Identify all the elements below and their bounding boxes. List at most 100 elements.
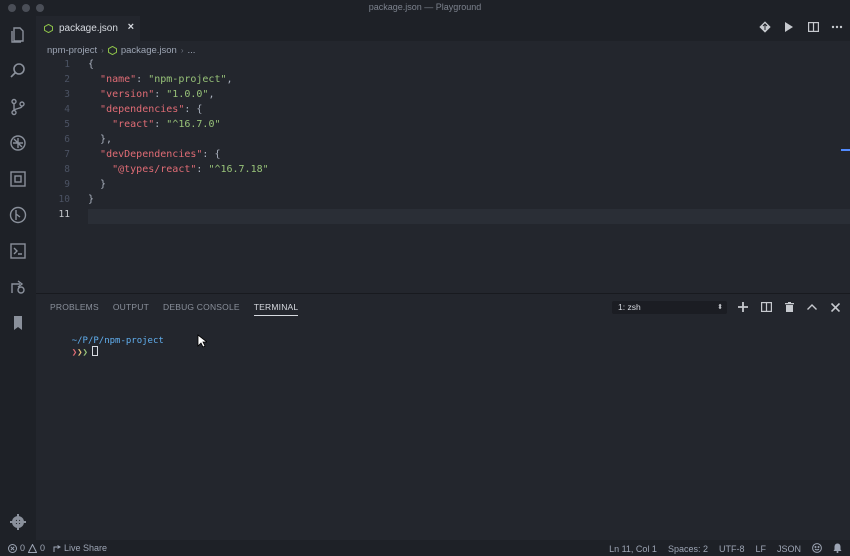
line-number: 7 xyxy=(64,149,70,160)
terminal-icon[interactable] xyxy=(8,241,28,261)
breadcrumb-file[interactable]: package.json xyxy=(121,45,177,56)
code-line[interactable]: } xyxy=(88,177,106,192)
current-line-highlight xyxy=(88,209,850,224)
notifications-bell-icon[interactable] xyxy=(833,543,842,555)
line-number: 9 xyxy=(64,179,70,190)
live-share-icon[interactable] xyxy=(8,277,28,297)
panel-tab-debug-console[interactable]: DEBUG CONSOLE xyxy=(163,302,240,316)
json-punctuation: : { xyxy=(202,149,221,160)
code-editor[interactable]: 1 2 3 4 5 6 7 8 9 10 11 { "name": "npm-project", "… xyxy=(36,57,850,293)
indentation[interactable]: Spaces: 2 xyxy=(668,544,708,554)
close-tab-button[interactable]: × xyxy=(128,21,134,33)
select-arrows-icon: ⬍ xyxy=(717,304,723,311)
code-line[interactable]: "react": "^16.7.0" xyxy=(88,117,220,132)
tab-package-json[interactable]: package.json × xyxy=(36,16,140,41)
json-punctuation xyxy=(88,89,100,100)
share-arrow-icon xyxy=(53,544,62,552)
close-panel-icon[interactable] xyxy=(828,300,842,314)
terminal-cursor xyxy=(91,346,98,356)
json-key: "@types/react" xyxy=(112,164,197,175)
panel-tab-terminal[interactable]: TERMINAL xyxy=(253,302,299,316)
code-line[interactable]: "version": "1.0.0", xyxy=(88,87,214,102)
scrollbar-indicator xyxy=(841,149,850,151)
terminal-prompt[interactable]: ~/P/P/npm-project ❯❯❯ xyxy=(50,326,164,368)
title-bar: package.json — Playground xyxy=(0,0,850,16)
line-number: 4 xyxy=(64,104,70,115)
json-punctuation: : xyxy=(154,119,167,130)
json-string: "^16.7.0" xyxy=(166,119,221,130)
code-line[interactable]: "dependencies": { xyxy=(88,102,202,117)
encoding[interactable]: UTF-8 xyxy=(719,544,745,554)
panel-tabs: PROBLEMS OUTPUT DEBUG CONSOLE TERMINAL xyxy=(50,302,299,316)
git-compare-icon[interactable] xyxy=(758,20,772,34)
panel-actions xyxy=(736,300,842,314)
json-string: "^16.7.18" xyxy=(208,164,269,175)
line-number: 10 xyxy=(58,194,70,205)
warning-count: 0 xyxy=(40,543,46,553)
run-icon[interactable] xyxy=(782,20,796,34)
breadcrumb-more[interactable]: ... xyxy=(188,45,196,56)
json-key: "dependencies" xyxy=(100,104,185,115)
search-icon[interactable] xyxy=(8,61,28,81)
more-actions-icon[interactable] xyxy=(830,20,844,34)
line-number: 8 xyxy=(64,164,70,175)
json-key: "react" xyxy=(112,119,155,130)
json-punctuation: , xyxy=(208,89,215,100)
cursor-position[interactable]: Ln 11, Col 1 xyxy=(609,544,657,554)
new-terminal-icon[interactable] xyxy=(736,300,750,314)
json-punctuation: : xyxy=(196,164,209,175)
editor-actions xyxy=(758,20,844,34)
tab-label: package.json xyxy=(59,23,118,34)
npm-file-icon xyxy=(44,24,53,33)
debug-icon[interactable] xyxy=(8,133,28,153)
bookmarks-icon[interactable] xyxy=(8,313,28,333)
bottom-panel: PROBLEMS OUTPUT DEBUG CONSOLE TERMINAL 1: z… xyxy=(36,293,850,540)
code-line[interactable]: "name": "npm-project", xyxy=(88,72,233,87)
error-icon xyxy=(8,543,17,553)
window-title: package.json — Playground xyxy=(368,2,482,12)
json-punctuation xyxy=(88,104,100,115)
json-punctuation: } xyxy=(88,179,107,190)
live-share-label: Live Share xyxy=(64,543,108,553)
extensions-icon[interactable] xyxy=(8,169,28,189)
breadcrumb-folder[interactable]: npm-project xyxy=(47,45,97,56)
chevron-right-icon: › xyxy=(101,45,104,55)
language-mode[interactable]: JSON xyxy=(777,544,801,554)
json-punctuation xyxy=(88,149,100,160)
live-share-status[interactable]: Live Share xyxy=(53,543,107,553)
end-of-line[interactable]: LF xyxy=(755,544,766,554)
panel-tab-output[interactable]: OUTPUT xyxy=(113,302,149,316)
code-line[interactable]: } xyxy=(88,192,94,207)
terminal-path: ~/P/P/npm-project xyxy=(71,336,164,346)
json-punctuation: { xyxy=(88,59,95,70)
feedback-smiley-icon[interactable] xyxy=(812,543,822,555)
error-count: 0 xyxy=(20,543,26,553)
panel-tab-problems[interactable]: PROBLEMS xyxy=(50,302,99,316)
line-number: 3 xyxy=(64,89,70,100)
terminal-select-dropdown[interactable]: 1: zsh ⬍ xyxy=(612,301,727,314)
code-line[interactable]: { xyxy=(88,57,94,72)
warning-icon xyxy=(28,543,38,553)
json-punctuation: , xyxy=(226,74,233,85)
line-number: 5 xyxy=(64,119,70,130)
maximize-panel-icon[interactable] xyxy=(805,300,819,314)
kill-terminal-icon[interactable] xyxy=(782,300,796,314)
explorer-icon[interactable] xyxy=(8,25,28,45)
json-key: "version" xyxy=(100,89,155,100)
source-control-icon[interactable] xyxy=(8,97,28,117)
json-punctuation: } xyxy=(88,194,95,205)
line-number: 11 xyxy=(58,209,70,220)
terminal-select-value: 1: zsh xyxy=(618,302,641,312)
json-key: "devDependencies" xyxy=(100,149,203,160)
git-history-icon[interactable] xyxy=(8,205,28,225)
code-line[interactable]: }, xyxy=(88,132,112,147)
settings-gear-icon[interactable] xyxy=(8,512,28,532)
code-line[interactable]: "devDependencies": { xyxy=(88,147,220,162)
split-terminal-icon[interactable] xyxy=(759,300,773,314)
json-string: "npm-project" xyxy=(148,74,227,85)
split-editor-icon[interactable] xyxy=(806,20,820,34)
code-line[interactable]: "@types/react": "^16.7.18" xyxy=(88,162,269,177)
breadcrumb: npm-project › package.json › ... xyxy=(47,43,195,57)
problems-status[interactable]: 0 0 xyxy=(8,543,45,553)
editor-tab-bar: package.json × xyxy=(36,16,850,41)
